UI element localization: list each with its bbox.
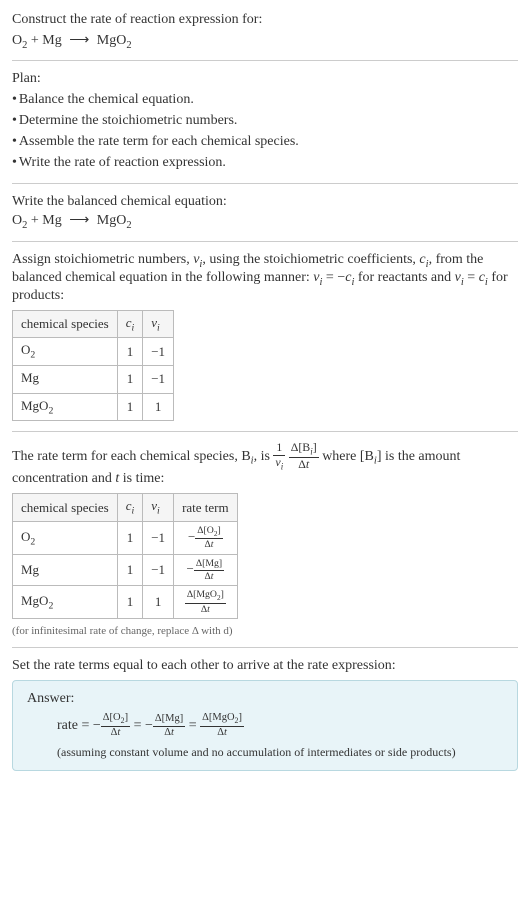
plan-list: •Balance the chemical equation. •Determi… bbox=[12, 89, 518, 173]
table-row: MgO2 1 1 Δ[MgO2] Δt bbox=[13, 586, 238, 619]
plan-item: •Balance the chemical equation. bbox=[12, 89, 518, 110]
rateterm-section: The rate term for each chemical species,… bbox=[12, 442, 518, 637]
bullet-icon: • bbox=[12, 134, 17, 149]
col-nui: νi bbox=[143, 310, 174, 338]
stoich-text: Assign stoichiometric numbers, νi, using… bbox=[12, 252, 518, 304]
table-header-row: chemical species ci νi rate term bbox=[13, 494, 238, 522]
table-row: Mg 1 −1 − Δ[Mg] Δt bbox=[13, 554, 238, 586]
mgo2-label: MgO2 bbox=[93, 33, 131, 48]
arrow-icon: ⟶ bbox=[69, 212, 89, 229]
answer-label: Answer: bbox=[27, 691, 503, 707]
answer-note: (assuming constant volume and no accumul… bbox=[57, 745, 503, 760]
fraction: Δ[O2] Δt bbox=[195, 526, 222, 550]
fraction: 1 νi bbox=[273, 442, 285, 471]
final-text: Set the rate terms equal to each other t… bbox=[12, 658, 518, 674]
balanced-section: Write the balanced chemical equation: O2… bbox=[12, 194, 518, 231]
divider bbox=[12, 431, 518, 432]
fraction: Δ[Mg] Δt bbox=[194, 559, 224, 582]
table-row: O2 1 −1 − Δ[O2] Δt bbox=[13, 521, 238, 554]
bullet-icon: • bbox=[12, 155, 17, 170]
table-row: O2 1 −1 bbox=[13, 338, 174, 366]
prompt-equation: O2 + Mg ⟶ MgO2 bbox=[12, 32, 518, 51]
balanced-equation: O2 + Mg ⟶ MgO2 bbox=[12, 212, 518, 231]
plan-item: •Write the rate of reaction expression. bbox=[12, 152, 518, 173]
balanced-text: Write the balanced chemical equation: bbox=[12, 194, 518, 210]
col-rateterm: rate term bbox=[174, 494, 238, 522]
table-header-row: chemical species ci νi bbox=[13, 310, 174, 338]
col-species: chemical species bbox=[13, 310, 118, 338]
prompt-section: Construct the rate of reaction expressio… bbox=[12, 10, 518, 50]
o2-label: O2 bbox=[12, 33, 27, 48]
col-nui: νi bbox=[143, 494, 174, 522]
arrow-icon: ⟶ bbox=[69, 32, 89, 49]
bullet-icon: • bbox=[12, 92, 17, 107]
bullet-icon: • bbox=[12, 113, 17, 128]
col-species: chemical species bbox=[13, 494, 118, 522]
fraction: Δ[Bi] Δt bbox=[289, 442, 319, 471]
table-row: Mg 1 −1 bbox=[13, 365, 174, 393]
plan-item: •Assemble the rate term for each chemica… bbox=[12, 131, 518, 152]
plan-item: •Determine the stoichiometric numbers. bbox=[12, 110, 518, 131]
rateterm-footnote: (for infinitesimal rate of change, repla… bbox=[12, 625, 518, 637]
rateterm-text: The rate term for each chemical species,… bbox=[12, 442, 518, 487]
answer-rate-expression: rate = − Δ[O2] Δt = − Δ[Mg] Δt = Δ[MgO2]… bbox=[57, 713, 503, 738]
divider bbox=[12, 183, 518, 184]
fraction: Δ[O2] Δt bbox=[101, 713, 130, 738]
plan-label: Plan: bbox=[12, 71, 518, 87]
divider bbox=[12, 241, 518, 242]
stoich-section: Assign stoichiometric numbers, νi, using… bbox=[12, 252, 518, 421]
table-row: MgO2 1 1 bbox=[13, 393, 174, 421]
plan-section: Plan: •Balance the chemical equation. •D… bbox=[12, 71, 518, 173]
divider bbox=[12, 647, 518, 648]
col-ci: ci bbox=[117, 494, 143, 522]
divider bbox=[12, 60, 518, 61]
fraction: Δ[Mg] Δt bbox=[153, 714, 185, 738]
final-section: Set the rate terms equal to each other t… bbox=[12, 658, 518, 770]
stoich-table: chemical species ci νi O2 1 −1 Mg 1 −1 M… bbox=[12, 310, 174, 421]
prompt-text: Construct the rate of reaction expressio… bbox=[12, 10, 518, 30]
fraction: Δ[MgO2] Δt bbox=[185, 590, 226, 614]
fraction: Δ[MgO2] Δt bbox=[200, 713, 244, 738]
answer-box: Answer: rate = − Δ[O2] Δt = − Δ[Mg] Δt =… bbox=[12, 680, 518, 770]
col-ci: ci bbox=[117, 310, 143, 338]
rateterm-table: chemical species ci νi rate term O2 1 −1… bbox=[12, 493, 238, 619]
